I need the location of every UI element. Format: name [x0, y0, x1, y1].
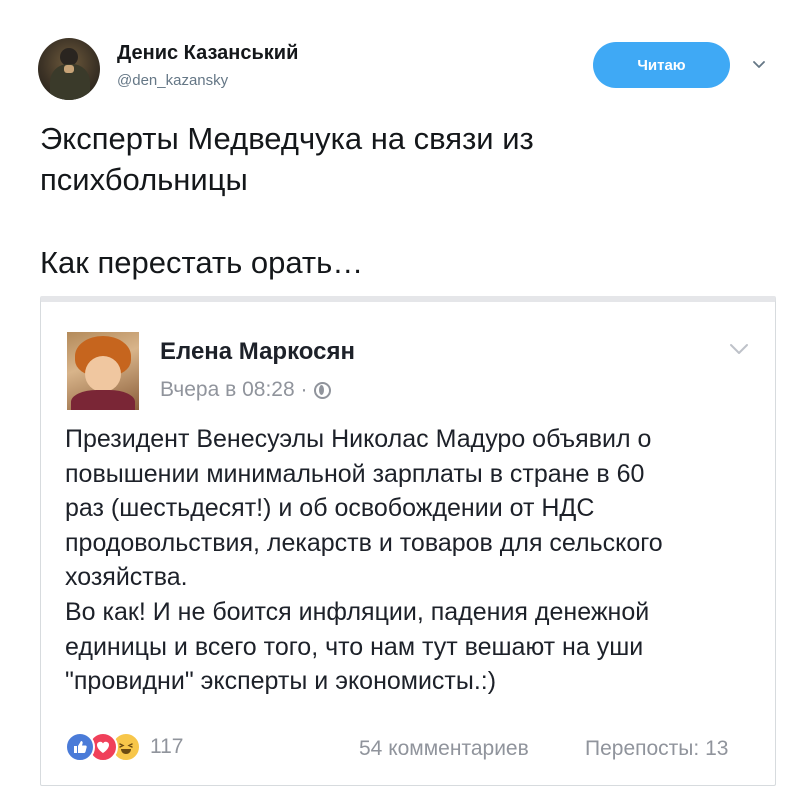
comments-count: 54 комментариев [359, 737, 529, 760]
post-body-line: продовольствия, лекарств и товаров для с… [65, 528, 663, 557]
post-body-line: Во как! И не боится инфляции, падения де… [65, 597, 650, 626]
follow-button[interactable]: Читаю [593, 42, 730, 88]
reaction-count: 117 [150, 735, 184, 758]
author-avatar[interactable] [38, 38, 100, 100]
chevron-down-icon[interactable] [752, 58, 766, 72]
post-timestamp: Вчера в 08:28 · [160, 378, 331, 402]
tweet-text-line: психбольницы [40, 162, 248, 197]
author-display-name[interactable]: Денис Казанський [117, 42, 298, 65]
shares-count: Перепосты: 13 [585, 737, 729, 760]
post-timestamp-text: Вчера в 08:28 · [160, 378, 308, 401]
post-body: Президент Венесуэлы Николас Мадуро объяв… [65, 422, 765, 699]
post-author-name: Елена Маркосян [160, 338, 355, 365]
author-handle[interactable]: @den_kazansky [117, 72, 228, 89]
post-body-line: единицы и всего того, что нам тут вешают… [65, 632, 644, 661]
like-icon [65, 732, 95, 762]
tweet-text-line: Эксперты Медведчука на связи из [40, 121, 534, 156]
post-body-line: Президент Венесуэлы Николас Мадуро объяв… [65, 425, 652, 453]
post-body-line: "провидни" эксперты и экономисты.:) [65, 667, 497, 696]
post-body-line: раз (шестьдесят!) и об освобождении от Н… [65, 494, 595, 523]
tweet-text-line: Как перестать орать… [40, 245, 364, 280]
globe-icon [313, 381, 331, 399]
post-body-line: хозяйства. [65, 563, 188, 592]
chevron-down-icon [730, 344, 748, 354]
avatar-figure-hand [64, 65, 74, 73]
embedded-post-image[interactable]: Елена Маркосян Вчера в 08:28 · Президент… [40, 296, 776, 786]
post-body-line: повышении минимальной зарплаты в стране … [65, 459, 645, 488]
post-author-avatar [67, 332, 139, 410]
tweet-text: Эксперты Медведчука на связи из психболь… [40, 118, 760, 283]
reactions-summary: 117 [65, 732, 183, 762]
